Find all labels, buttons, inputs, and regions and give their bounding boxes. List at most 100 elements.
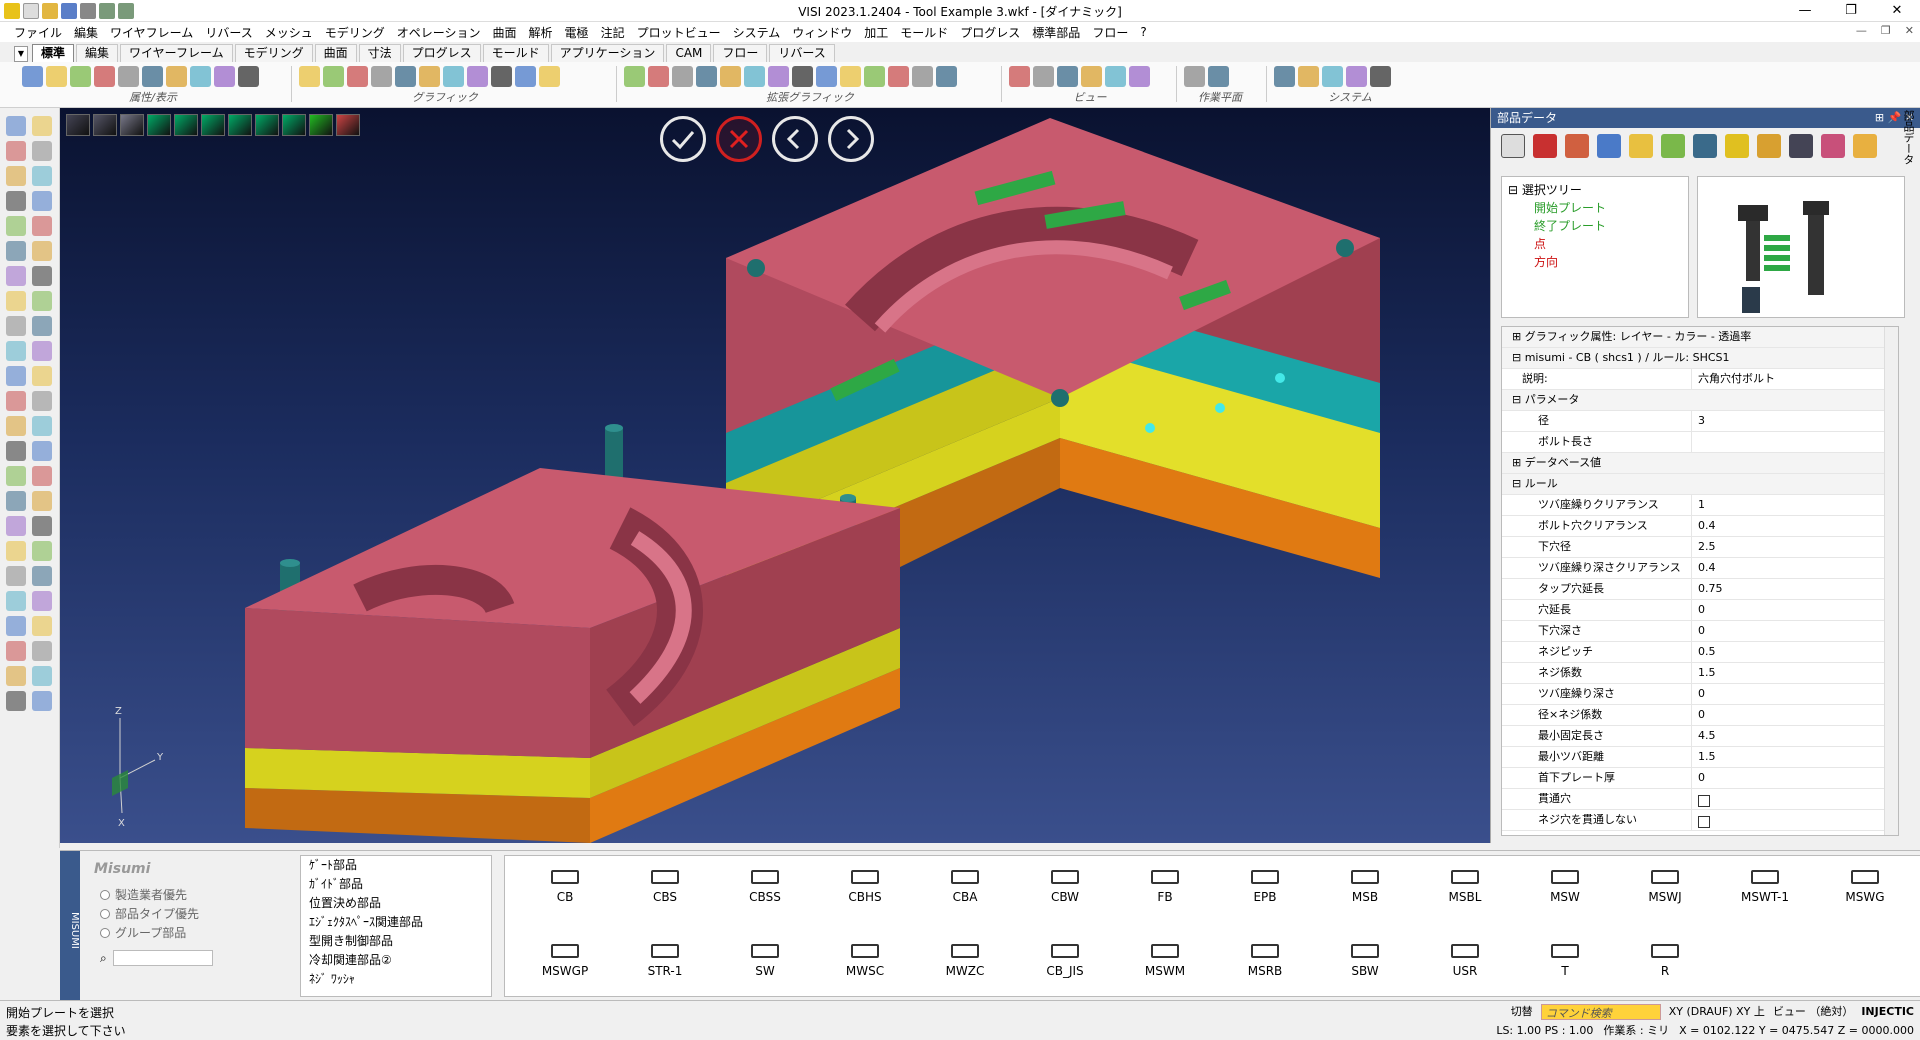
- rule-row-1[interactable]: ボルト穴クリアランス 0.4: [1502, 516, 1898, 537]
- rule-row-0[interactable]: ツバ座繰りクリアランス 1: [1502, 495, 1898, 516]
- misumi-search-input[interactable]: [112, 950, 213, 966]
- left-tool-1-7-icon[interactable]: [32, 291, 52, 311]
- ribbon-tool-2-4-icon[interactable]: [720, 66, 741, 87]
- find-part-icon[interactable]: [1693, 134, 1717, 158]
- group-graphic-attributes[interactable]: ⊞ グラフィック属性: レイヤー - カラー - 透過率: [1502, 327, 1898, 348]
- left-tool-0-12-icon[interactable]: [6, 416, 26, 436]
- property-scrollbar[interactable]: [1884, 327, 1898, 835]
- tab-dropdown-icon[interactable]: ▼: [14, 46, 28, 62]
- part-cbss[interactable]: CBSS: [715, 860, 815, 930]
- maximize-button[interactable]: ❐: [1828, 0, 1874, 22]
- left-tool-1-1-icon[interactable]: [32, 141, 52, 161]
- group-rules[interactable]: ⊟ ルール: [1502, 474, 1898, 495]
- bolt-icon[interactable]: [1789, 134, 1813, 158]
- ribbon-tool-2-5-icon[interactable]: [744, 66, 765, 87]
- ribbon-tool-0-0-icon[interactable]: [22, 66, 43, 87]
- rule-value-2[interactable]: 2.5: [1692, 537, 1898, 557]
- left-tool-1-8-icon[interactable]: [32, 316, 52, 336]
- category-item-4[interactable]: 型開き制御部品: [301, 932, 491, 951]
- ribbon-tool-4-1-icon[interactable]: [1208, 66, 1229, 87]
- tree-item-3[interactable]: 方向: [1508, 253, 1682, 271]
- part-mwzc[interactable]: MWZC: [915, 934, 1015, 1004]
- ribbon-tool-2-11-icon[interactable]: [888, 66, 909, 87]
- menu-item-8[interactable]: 解析: [523, 24, 559, 41]
- param-value-1[interactable]: [1692, 432, 1898, 452]
- radio-circle-0[interactable]: [100, 889, 110, 900]
- left-tool-1-5-icon[interactable]: [32, 241, 52, 261]
- part-sw[interactable]: SW: [715, 934, 815, 1004]
- parts-panel-side-tab[interactable]: 部品データ: [1900, 110, 1916, 310]
- injectic-label[interactable]: INJECTIC: [1861, 1003, 1914, 1021]
- menu-item-1[interactable]: 編集: [68, 24, 104, 41]
- box-icon[interactable]: [1853, 134, 1877, 158]
- category-item-6[interactable]: ﾈｼﾞ ﾜｯｼｬ: [301, 970, 491, 989]
- part-cbs[interactable]: CBS: [615, 860, 715, 930]
- ribbon-tool-0-4-icon[interactable]: [118, 66, 139, 87]
- tree-item-0[interactable]: 開始プレート: [1508, 199, 1682, 217]
- left-tool-1-3-icon[interactable]: [32, 191, 52, 211]
- ribbon-tool-1-7-icon[interactable]: [467, 66, 488, 87]
- rule-value-7[interactable]: 0.5: [1692, 642, 1898, 662]
- menu-item-0[interactable]: ファイル: [8, 24, 68, 41]
- rule-row-7[interactable]: ネジピッチ 0.5: [1502, 642, 1898, 663]
- left-tool-1-0-icon[interactable]: [32, 116, 52, 136]
- left-tool-1-23-icon[interactable]: [32, 691, 52, 711]
- left-tool-0-14-icon[interactable]: [6, 466, 26, 486]
- ribbon-tool-2-8-icon[interactable]: [816, 66, 837, 87]
- radio-circle-2[interactable]: [100, 927, 110, 938]
- left-tool-1-13-icon[interactable]: [32, 441, 52, 461]
- mdi-close-button[interactable]: ✕: [1905, 24, 1914, 37]
- menu-item-5[interactable]: モデリング: [319, 24, 391, 41]
- menu-item-17[interactable]: 標準部品: [1026, 24, 1086, 41]
- left-tool-0-18-icon[interactable]: [6, 566, 26, 586]
- ribbon-tool-0-7-icon[interactable]: [190, 66, 211, 87]
- menu-item-11[interactable]: プロットビュー: [631, 24, 727, 41]
- param-row-0[interactable]: 径3: [1502, 411, 1898, 432]
- part-usr[interactable]: USR: [1415, 934, 1515, 1004]
- menu-item-12[interactable]: システム: [727, 24, 787, 41]
- ribbon-tool-2-13-icon[interactable]: [936, 66, 957, 87]
- tab-7[interactable]: モールド: [482, 44, 549, 62]
- ribbon-tool-0-9-icon[interactable]: [238, 66, 259, 87]
- left-tool-0-9-icon[interactable]: [6, 341, 26, 361]
- ribbon-tool-3-5-icon[interactable]: [1129, 66, 1150, 87]
- tab-10[interactable]: フロー: [713, 44, 768, 62]
- rule-row-11[interactable]: 最小固定長さ 4.5: [1502, 726, 1898, 747]
- category-item-0[interactable]: ｹﾞｰﾄ部品: [301, 856, 491, 875]
- rule-row-13[interactable]: 首下プレート厚 0: [1502, 768, 1898, 789]
- left-tool-0-0-icon[interactable]: [6, 116, 26, 136]
- tab-2[interactable]: ワイヤーフレーム: [120, 44, 233, 62]
- left-tool-1-15-icon[interactable]: [32, 491, 52, 511]
- checkbox-tool-icon[interactable]: [1501, 134, 1525, 158]
- ribbon-tool-3-2-icon[interactable]: [1057, 66, 1078, 87]
- tab-6[interactable]: プログレス: [402, 44, 481, 62]
- folder-icon[interactable]: [1629, 134, 1653, 158]
- radio-circle-1[interactable]: [100, 908, 110, 919]
- part-mswg[interactable]: MSWG: [1815, 860, 1915, 930]
- screw-red-icon[interactable]: [1533, 134, 1557, 158]
- highlight-part-icon[interactable]: [1725, 134, 1749, 158]
- minimize-button[interactable]: —: [1782, 0, 1828, 22]
- tree-root[interactable]: ⊟ 選択ツリー: [1508, 181, 1682, 199]
- selection-tree[interactable]: ⊟ 選択ツリー 開始プレート 終了プレート点方向: [1501, 176, 1689, 318]
- left-tool-0-3-icon[interactable]: [6, 191, 26, 211]
- left-tool-1-18-icon[interactable]: [32, 566, 52, 586]
- part-mwsc[interactable]: MWSC: [815, 934, 915, 1004]
- checkbox-1[interactable]: [1698, 815, 1710, 828]
- mdi-restore-button[interactable]: ❐: [1881, 24, 1891, 37]
- part-mswgp[interactable]: MSWGP: [515, 934, 615, 1004]
- left-tool-1-19-icon[interactable]: [32, 591, 52, 611]
- part-mswj[interactable]: MSWJ: [1615, 860, 1715, 930]
- tab-3[interactable]: モデリング: [234, 44, 313, 62]
- left-tool-0-15-icon[interactable]: [6, 491, 26, 511]
- ribbon-tool-2-3-icon[interactable]: [696, 66, 717, 87]
- radio-option-0[interactable]: 製造業者優先: [100, 885, 286, 904]
- property-grid[interactable]: ⊞ グラフィック属性: レイヤー - カラー - 透過率 ⊟ misumi - …: [1501, 326, 1899, 836]
- ribbon-tool-1-2-icon[interactable]: [347, 66, 368, 87]
- radio-option-1[interactable]: 部品タイプ優先: [100, 904, 286, 923]
- left-tool-0-5-icon[interactable]: [6, 241, 26, 261]
- rule-row-4[interactable]: タップ穴延長 0.75: [1502, 579, 1898, 600]
- left-tool-0-22-icon[interactable]: [6, 666, 26, 686]
- ribbon-tool-1-1-icon[interactable]: [323, 66, 344, 87]
- ribbon-tool-0-2-icon[interactable]: [70, 66, 91, 87]
